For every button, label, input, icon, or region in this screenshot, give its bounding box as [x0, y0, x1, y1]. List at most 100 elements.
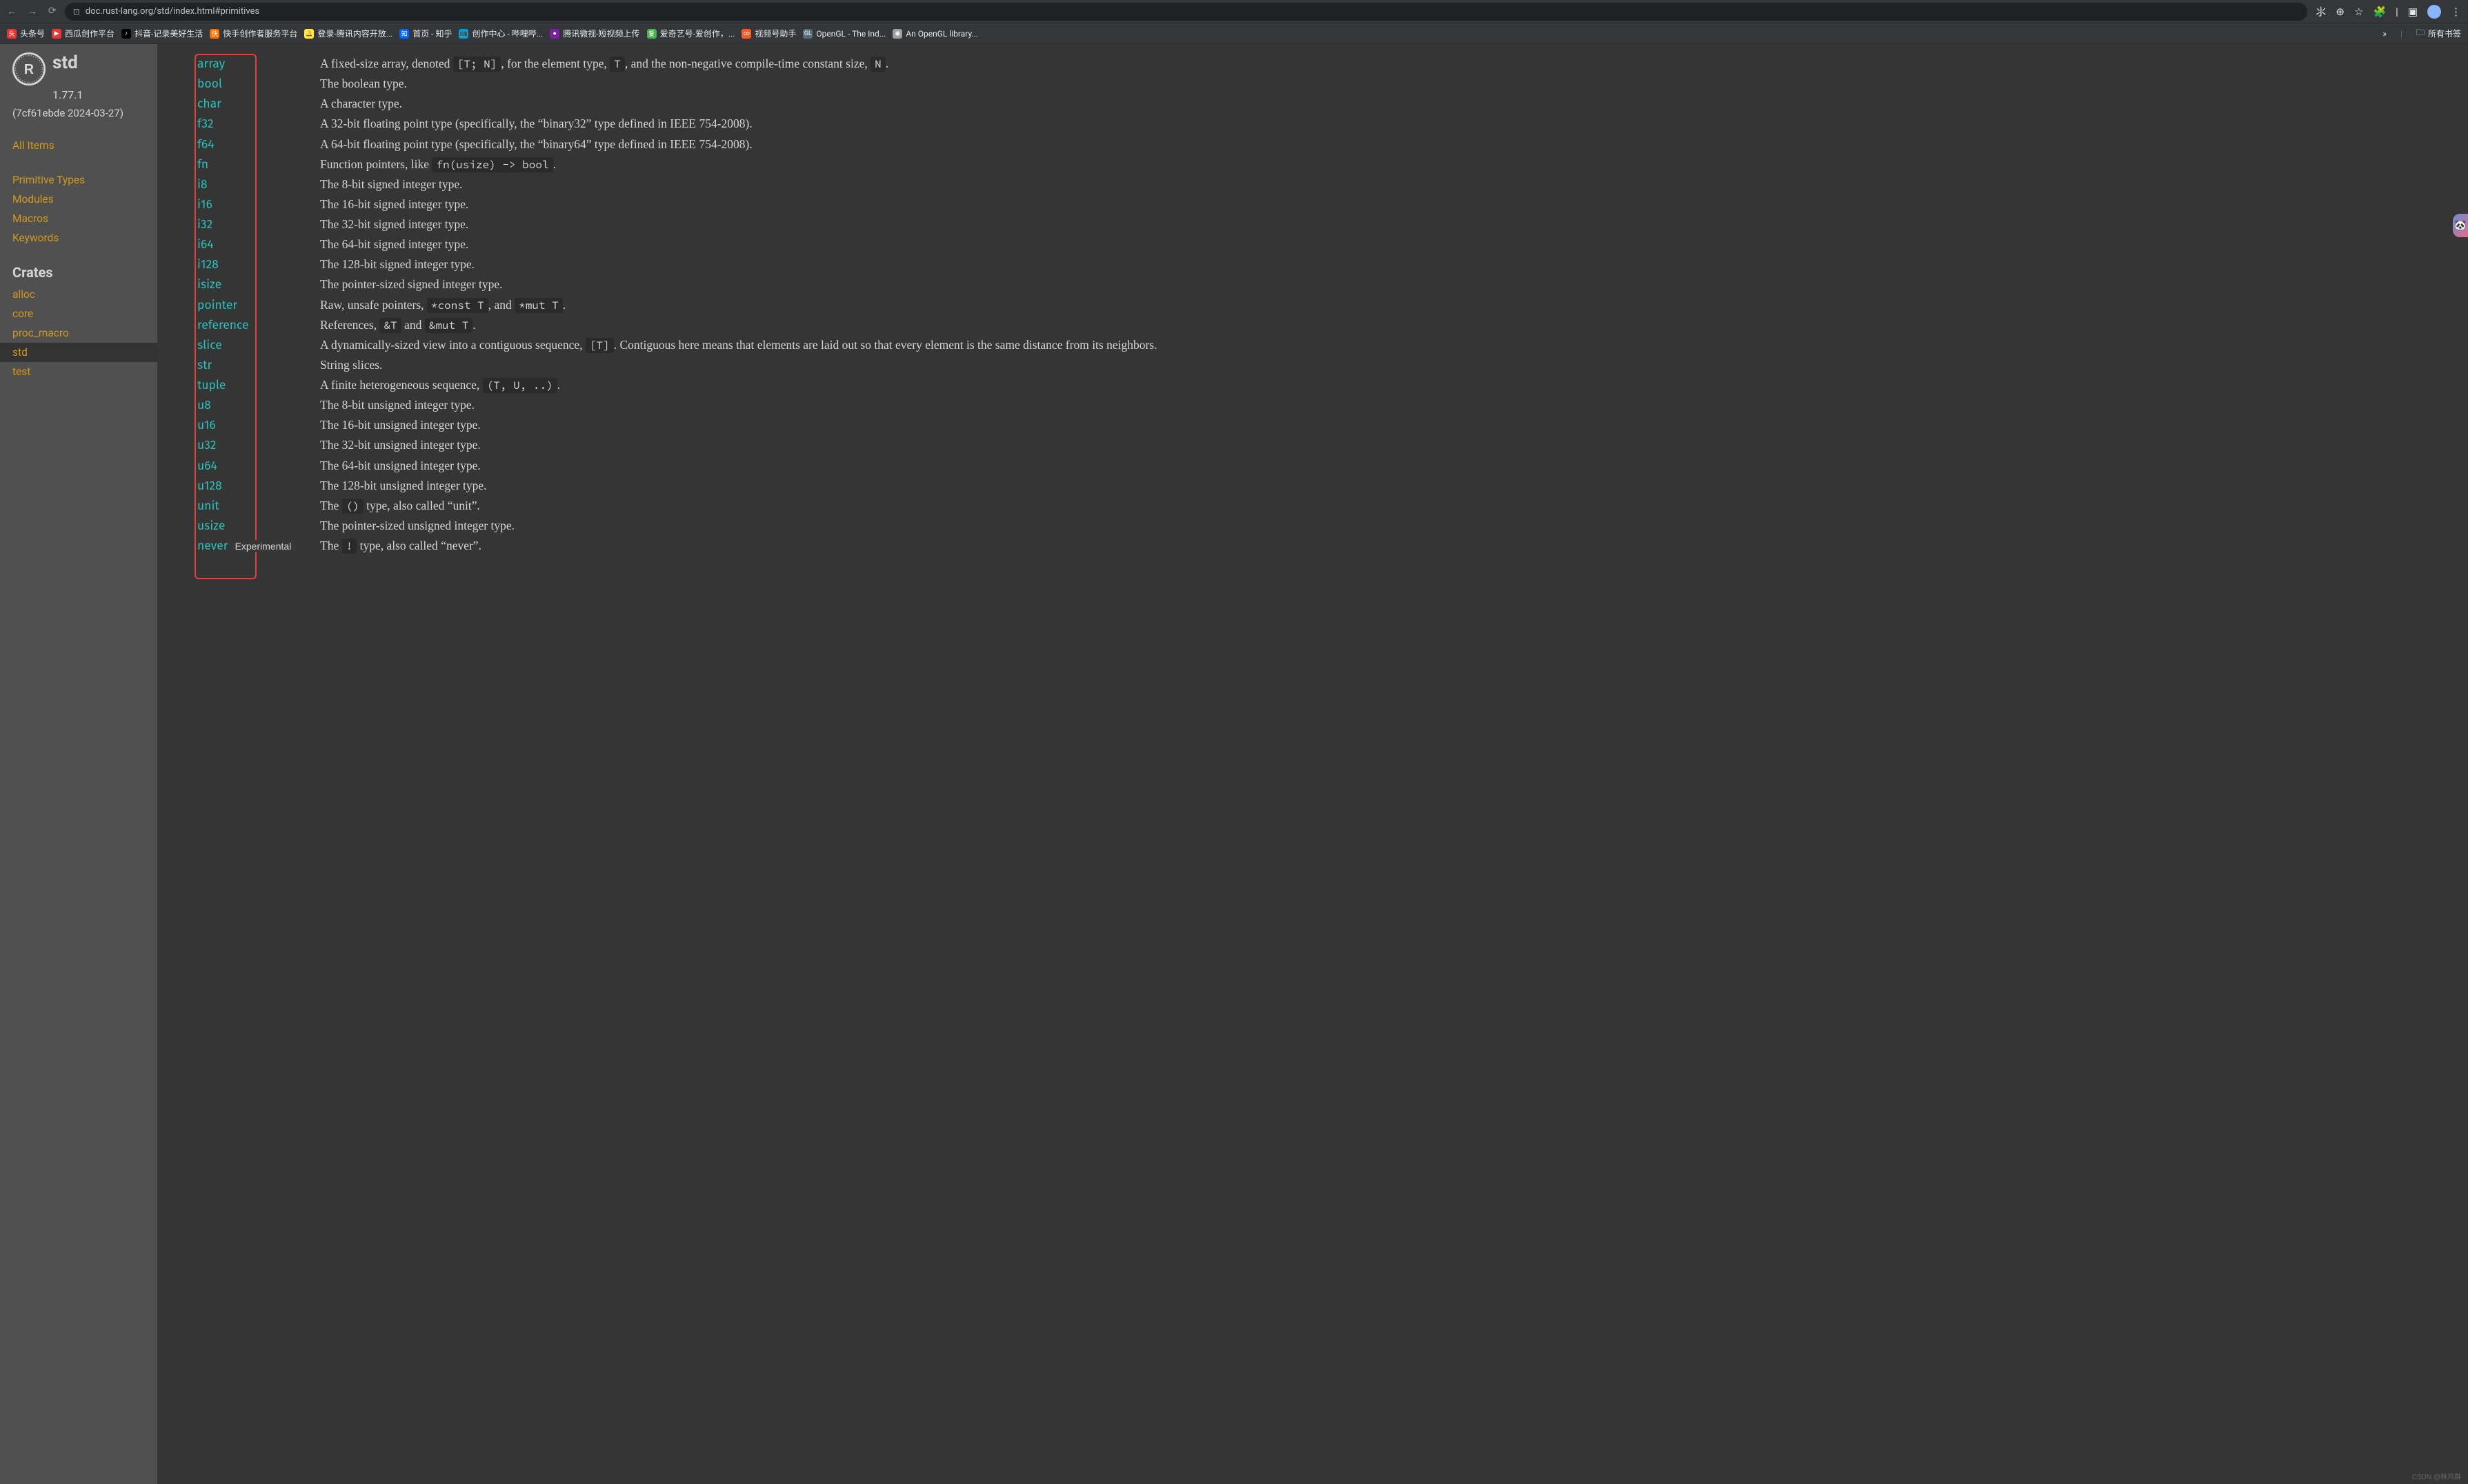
primitive-description: A dynamically-sized view into a contiguo… — [320, 336, 2458, 354]
bookmark-item[interactable]: ●腾讯微视-短视频上传 — [550, 28, 639, 39]
all-bookmarks-button[interactable]: 🗀所有书签 — [2416, 26, 2461, 41]
extensions-icon[interactable]: 🧩 — [2373, 6, 2386, 18]
primitive-description: The 64-bit unsigned integer type. — [320, 457, 2458, 475]
sidebar-crate-link[interactable]: alloc — [12, 285, 145, 304]
primitive-link[interactable]: isize — [197, 277, 221, 292]
bookmark-item[interactable]: GLOpenGL - The Ind... — [803, 29, 886, 39]
primitive-link[interactable]: u32 — [197, 438, 216, 452]
sidebar-crate-link[interactable]: std — [0, 343, 157, 362]
primitive-row: i64 The 64-bit signed integer type. — [197, 234, 2458, 254]
primitive-link[interactable]: u128 — [197, 479, 222, 493]
primitive-link[interactable]: usize — [197, 519, 225, 533]
primitive-link[interactable]: str — [197, 358, 212, 372]
sidebar-section-link[interactable]: Keywords — [12, 228, 145, 248]
primitive-link[interactable]: bool — [197, 77, 222, 91]
sidebar-section-link[interactable]: Macros — [12, 209, 145, 228]
primitive-row: arrayA fixed-size array, denoted [T; N],… — [197, 54, 2458, 74]
bookmark-item[interactable]: 🔔登录-腾讯内容开放... — [304, 28, 392, 39]
all-items-link[interactable]: All Items — [12, 136, 145, 155]
bookmarks-overflow-icon[interactable]: » — [2382, 29, 2387, 39]
bookmark-favicon: ♪ — [121, 29, 131, 39]
bookmark-star-icon[interactable]: ☆ — [2354, 6, 2363, 18]
primitive-link[interactable]: u8 — [197, 398, 211, 412]
primitive-link[interactable]: reference — [197, 318, 249, 332]
primitive-link[interactable]: tuple — [197, 378, 226, 392]
primitive-description: The 32-bit signed integer type. — [320, 215, 2458, 234]
primitive-description: A 32-bit floating point type (specifical… — [320, 114, 2458, 133]
bookmark-item[interactable]: ∞视频号助手 — [742, 28, 796, 39]
forward-button[interactable]: → — [28, 6, 37, 17]
primitive-link[interactable]: f32 — [197, 117, 214, 131]
sidebar-section-link[interactable]: Primitive Types — [12, 170, 145, 190]
primitive-description: Function pointers, like fn(usize) -> boo… — [320, 155, 2458, 174]
menu-icon[interactable]: ⋮ — [2451, 6, 2461, 18]
primitive-description: A character type. — [320, 94, 2458, 113]
crate-title[interactable]: std — [52, 52, 78, 73]
folder-icon: 🗀 — [2416, 26, 2425, 41]
primitive-link[interactable]: i8 — [197, 177, 208, 192]
profile-avatar[interactable] — [2427, 5, 2441, 19]
bookmark-item[interactable]: 知首页 - 知乎 — [399, 28, 452, 39]
bookmark-item[interactable]: ♪ 抖音-记录美好生活 — [121, 28, 203, 39]
zoom-icon[interactable]: ⊕ — [2336, 6, 2345, 18]
primitive-description: The pointer-sized signed integer type. — [320, 275, 2458, 294]
primitive-link[interactable]: i64 — [197, 237, 214, 252]
bookmark-item[interactable]: ▶ 西瓜创作平台 — [52, 28, 115, 39]
primitive-description: The () type, also called “unit”. — [320, 497, 2458, 515]
address-bar[interactable]: ⊡ doc.rust-lang.org/std/index.html#primi… — [65, 3, 2308, 21]
bookmark-item[interactable]: 快快手创作者服务平台 — [210, 28, 297, 39]
bookmark-item[interactable]: ◉An OpenGL library... — [893, 29, 978, 39]
bookmark-item[interactable]: 📺创作中心 - 哔哩哔... — [459, 28, 543, 39]
bookmark-label: An OpenGL library... — [906, 29, 978, 39]
translate-icon[interactable]: ⺢ — [2316, 4, 2326, 19]
inline-code: ! — [342, 539, 357, 554]
bookmark-favicon: ● — [550, 29, 559, 39]
primitive-link[interactable]: pointer — [197, 298, 237, 312]
primitive-link[interactable]: slice — [197, 338, 222, 352]
sidebar-crate-link[interactable]: core — [12, 304, 145, 323]
primitive-link[interactable]: i128 — [197, 257, 219, 272]
browser-toolbar: ← → ⟳ ⊡ doc.rust-lang.org/std/index.html… — [0, 0, 2468, 23]
rust-logo-icon[interactable]: R — [12, 52, 46, 86]
primitive-row: isize The pointer-sized signed integer ty… — [197, 274, 2458, 294]
reload-button[interactable]: ⟳ — [48, 6, 57, 17]
primitive-row: tupleA finite heterogeneous sequence, (T… — [197, 375, 2458, 395]
bookmark-favicon: ∞ — [742, 29, 751, 39]
bookmark-favicon: ▶ — [52, 29, 61, 39]
bookmark-favicon: 头 — [7, 29, 17, 39]
bookmark-item[interactable]: 爱爱奇艺号-爱创作，... — [647, 28, 735, 39]
primitive-description: The 16-bit unsigned integer type. — [320, 416, 2458, 434]
all-bookmarks-label: 所有书签 — [2428, 28, 2461, 39]
primitive-link[interactable]: u64 — [197, 459, 217, 473]
inline-code: [T; N] — [453, 57, 501, 72]
primitive-link[interactable]: i16 — [197, 197, 212, 212]
primitive-link[interactable]: i32 — [197, 217, 212, 232]
back-button[interactable]: ← — [7, 6, 17, 17]
primitive-link[interactable]: never — [197, 539, 228, 553]
sidebar-section-link[interactable]: Modules — [12, 190, 145, 209]
inline-code: (T, U, ..) — [483, 378, 557, 393]
primitive-link[interactable]: f64 — [197, 137, 215, 152]
primitive-link[interactable]: fn — [197, 157, 208, 172]
inline-code: N — [870, 57, 886, 72]
divider: | — [2400, 29, 2402, 39]
side-widget[interactable]: 🐼 — [2453, 214, 2468, 237]
bookmark-favicon: 🔔 — [304, 29, 314, 39]
bookmark-item[interactable]: 头头条号 — [7, 28, 45, 39]
sidebar-crate-link[interactable]: test — [12, 362, 145, 381]
bookmark-label: 头条号 — [20, 28, 45, 39]
primitive-link[interactable]: u16 — [197, 418, 216, 432]
primitive-link[interactable]: unit — [197, 499, 219, 513]
site-info-icon[interactable]: ⊡ — [73, 7, 80, 17]
primitive-link[interactable]: array — [197, 57, 225, 71]
primitive-link[interactable]: char — [197, 97, 221, 111]
primitive-row: char A character type. — [197, 94, 2458, 114]
primitive-row: pointerRaw, unsafe pointers, *const T, a… — [197, 295, 2458, 315]
bookmark-label: 西瓜创作平台 — [65, 28, 115, 39]
primitive-description: The 64-bit signed integer type. — [320, 235, 2458, 254]
primitive-row: i16The 16-bit signed integer type. — [197, 194, 2458, 214]
bookmark-label: 抖音-记录美好生活 — [135, 28, 203, 39]
sidebar-crate-link[interactable]: proc_macro — [12, 323, 145, 343]
side-panel-icon[interactable]: ▣ — [2408, 6, 2418, 18]
inline-code: () — [342, 499, 364, 514]
